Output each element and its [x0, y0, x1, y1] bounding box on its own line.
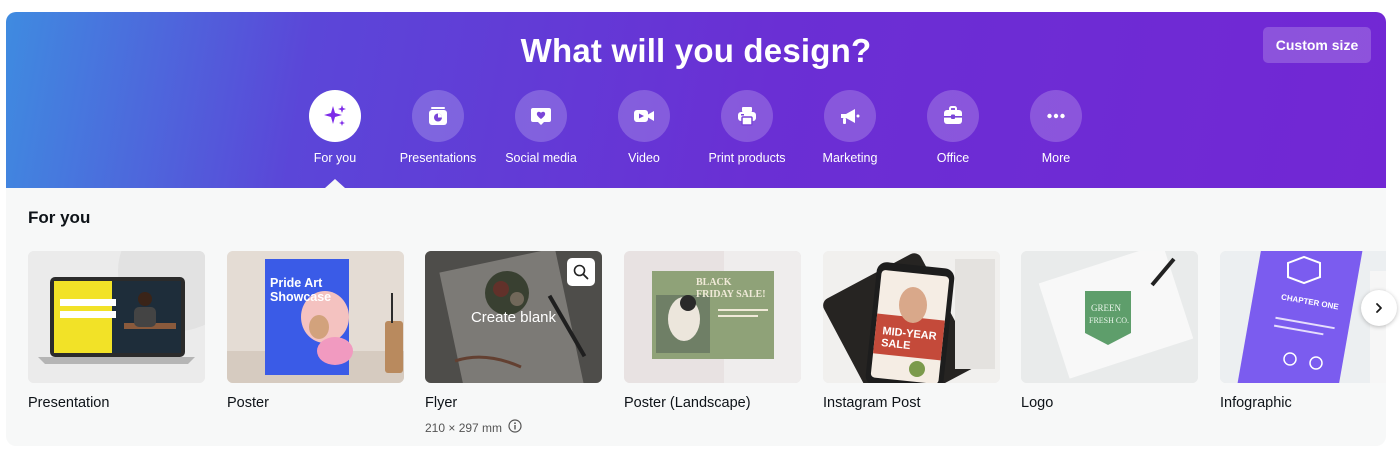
card-label: Infographic [1220, 395, 1292, 411]
active-category-caret [325, 179, 345, 188]
card-thumbnail: GREEN FRESH CO. [1021, 251, 1198, 383]
category-label: Presentations [399, 151, 477, 165]
category-nav: For you Presentations Social media Video… [6, 90, 1386, 188]
sparkle-icon [309, 90, 361, 142]
category-print-products[interactable]: Print products [697, 90, 797, 165]
card-label: Presentation [28, 395, 110, 411]
card-label: Flyer [425, 395, 458, 411]
design-card-poster[interactable]: Pride Art Showcase Poster [227, 251, 404, 411]
design-card-presentation[interactable]: Presentation [28, 251, 205, 411]
card-thumbnail: MID-YEAR SALE [823, 251, 1000, 383]
design-card-flyer[interactable]: Create blank Flyer 210 × 297 mm [425, 251, 602, 436]
landscape-headline-1: BLACK [696, 277, 732, 288]
category-marketing[interactable]: Marketing [800, 90, 900, 165]
card-label: Poster (Landscape) [624, 395, 751, 411]
info-icon[interactable] [508, 419, 522, 436]
design-launcher: What will you design? Custom size For yo… [6, 12, 1386, 446]
briefcase-icon [927, 90, 979, 142]
section-title: For you [28, 208, 91, 227]
presentation-icon [412, 90, 464, 142]
category-office[interactable]: Office [903, 90, 1003, 165]
category-label: Marketing [822, 151, 878, 165]
card-thumbnail [28, 251, 205, 383]
card-label: Poster [227, 395, 269, 411]
hero-banner: What will you design? Custom size For yo… [6, 12, 1386, 188]
landscape-headline-2: FRIDAY SALE! [696, 289, 766, 300]
category-label: More [1041, 151, 1071, 165]
card-thumbnail: CHAPTER ONE [1220, 251, 1386, 383]
carousel-next-button[interactable] [1361, 290, 1397, 326]
category-video[interactable]: Video [594, 90, 694, 165]
chevron-right-icon [1376, 303, 1382, 313]
custom-size-button[interactable]: Custom size [1263, 27, 1371, 63]
card-label: Instagram Post [823, 395, 921, 411]
poster-headline-1: Pride Art [270, 276, 323, 290]
design-card-instagram-post[interactable]: MID-YEAR SALE Instagram Post [823, 251, 1000, 411]
printer-icon [721, 90, 773, 142]
card-thumbnail: BLACK FRIDAY SALE! [624, 251, 801, 383]
card-label: Logo [1021, 395, 1054, 411]
video-camera-icon [618, 90, 670, 142]
design-card-infographic[interactable]: CHAPTER ONE Infographic [1220, 251, 1386, 411]
logo-text-1: GREEN [1091, 303, 1121, 313]
category-label: Video [628, 151, 660, 165]
category-label: Social media [505, 151, 577, 165]
design-card-poster-landscape[interactable]: BLACK FRIDAY SALE! Poster (Landscape) [624, 251, 801, 411]
hero-title: What will you design? [520, 32, 872, 69]
design-card-logo[interactable]: GREEN FRESH CO. Logo [1021, 251, 1198, 411]
search-icon[interactable] [567, 258, 595, 286]
category-social-media[interactable]: Social media [491, 90, 591, 165]
card-thumbnail: Create blank [425, 251, 602, 383]
logo-text-2: FRESH CO. [1089, 316, 1129, 325]
dimensions-text: 210 × 297 mm [425, 420, 503, 435]
card-thumbnail: Pride Art Showcase [227, 251, 404, 383]
category-presentations[interactable]: Presentations [388, 90, 488, 165]
category-more[interactable]: More [1006, 90, 1106, 165]
megaphone-icon [824, 90, 876, 142]
heart-icon [515, 90, 567, 142]
category-for-you[interactable]: For you [285, 90, 385, 165]
category-label: Office [936, 151, 970, 165]
category-label: Print products [708, 151, 786, 165]
category-label: For you [313, 151, 357, 165]
card-dimensions: 210 × 297 mm [425, 419, 602, 436]
ellipsis-icon [1030, 90, 1082, 142]
poster-headline-2: Showcase [270, 290, 331, 304]
